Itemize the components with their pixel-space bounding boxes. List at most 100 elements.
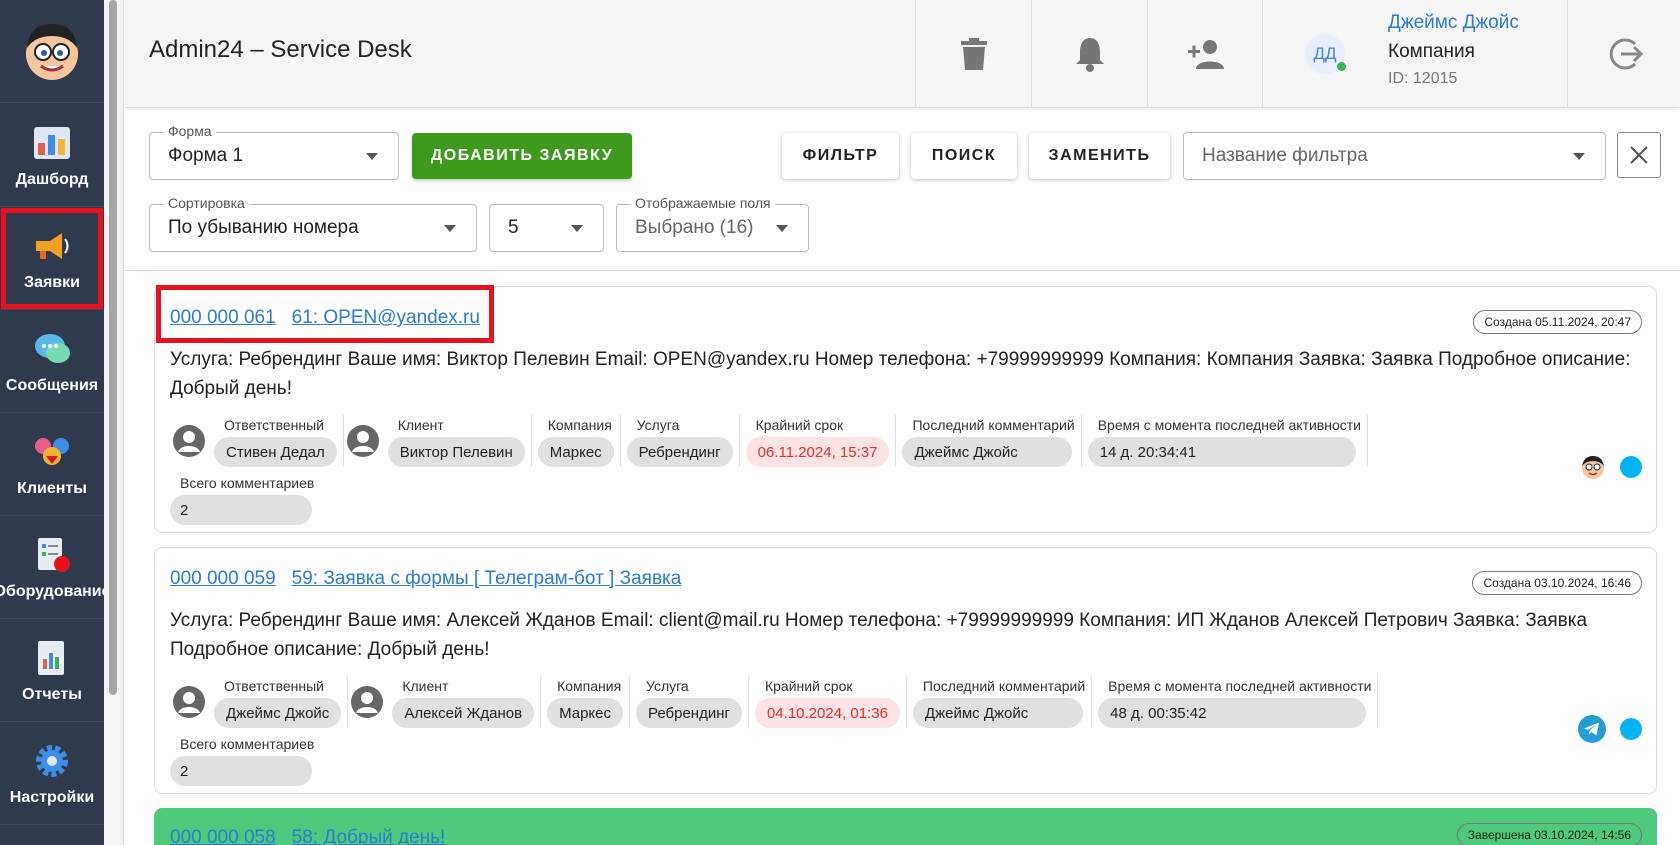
ticket-source-icons (1578, 715, 1642, 743)
sidebar-item-label: Отчеты (22, 686, 82, 703)
filter-name-select[interactable]: Название фильтра (1183, 132, 1606, 180)
deadline-chip: 04.10.2024, 01:36 (754, 698, 900, 728)
sidebar-item-clients[interactable]: Клиенты (0, 413, 104, 516)
ticket-number-link[interactable]: 000 000 058 (170, 827, 276, 845)
responsible-chip[interactable]: Джеймс Джойс (214, 698, 342, 728)
form-select-legend: Форма (164, 123, 216, 139)
company-label: Компания (547, 417, 612, 433)
client-chip[interactable]: Алексей Жданов (392, 698, 535, 728)
last-comment-field: Последний комментарий Джеймс Джойс (907, 676, 1093, 728)
replace-button[interactable]: ЗАМЕНИТЬ (1029, 133, 1170, 179)
sidebar-item-equipment[interactable]: Оборудование (0, 516, 111, 619)
notifications-button[interactable] (1031, 0, 1147, 108)
ticket-source-icons (1580, 454, 1642, 480)
sort-select[interactable]: Сортировка По убыванию номера (149, 195, 477, 252)
megaphone-icon (30, 224, 74, 268)
completed-date-badge: Завершена 03.10.2024, 14:56 (1456, 823, 1642, 845)
status-dot (1620, 456, 1642, 478)
sidebar-item-label: Клиенты (17, 480, 87, 497)
last-comment-field: Последний комментарий Джеймс Джойс (896, 415, 1082, 467)
ticket-description: Услуга: Ребрендинг Ваше имя: Алексей Жда… (170, 610, 1588, 660)
total-comments-chip: 2 (170, 495, 312, 525)
company-label: Компания (557, 678, 622, 694)
sidebar: Дашборд Заявки Сообщения Клиенты Оборудо… (0, 0, 111, 845)
filter-button[interactable]: ФИЛЬТР (782, 133, 899, 179)
page-size-select[interactable]: 5 (489, 204, 604, 252)
chevron-down-icon (776, 225, 788, 232)
ticket-card[interactable]: 000 000 058 58: Добрый день! Завершена 03… (154, 808, 1657, 845)
clients-icon (30, 430, 74, 474)
ticket-subject-link[interactable]: 58: Добрый день! (292, 827, 446, 845)
logout-button[interactable] (1569, 0, 1680, 108)
created-date-badge: Создана 03.10.2024, 16:46 (1472, 571, 1642, 595)
person-icon (170, 415, 208, 467)
sidebar-scrollbar-thumb[interactable] (109, 0, 117, 695)
client-chip[interactable]: Виктор Пелевин (387, 437, 525, 467)
search-button[interactable]: ПОИСК (911, 133, 1017, 179)
sidebar-item-reports[interactable]: Отчеты (0, 619, 104, 722)
person-icon (348, 676, 386, 728)
clear-filter-button[interactable] (1617, 132, 1661, 178)
chevron-down-icon (366, 153, 378, 160)
responsible-chip[interactable]: Стивен Дедал (214, 437, 337, 467)
ticket-links: 000 000 058 58: Добрый день! (170, 827, 461, 845)
client-label: Клиент (402, 678, 449, 694)
add-user-button[interactable] (1147, 0, 1263, 108)
displayed-fields-select[interactable]: Отображаемые поля Выбрано (16) (616, 195, 809, 252)
responsible-label: Ответственный (224, 678, 324, 694)
service-chip[interactable]: Ребрендинг (626, 437, 733, 467)
ticket-description: Услуга: Ребрендинг Ваше имя: Виктор Пеле… (170, 349, 1631, 399)
company-chip[interactable]: Маркес (547, 698, 623, 728)
created-date-badge: Создана 05.11.2024, 20:47 (1473, 310, 1642, 334)
ticket-number-link[interactable]: 000 000 061 (170, 307, 276, 328)
responsible-field: Ответственный Джеймс Джойс (208, 676, 349, 728)
sidebar-item-requests[interactable]: Заявки (0, 207, 104, 310)
service-label: Услуга (646, 678, 689, 694)
deadline-chip: 06.11.2024, 15:37 (745, 437, 890, 467)
chevron-down-icon (1573, 153, 1585, 160)
ticket-meta: Ответственный Джеймс Джойс Клиент Алексе… (170, 676, 1379, 738)
avatar-face-icon (26, 24, 78, 80)
sort-select-legend: Сортировка (164, 195, 249, 211)
last-comment-chip[interactable]: Джеймс Джойс (912, 698, 1083, 728)
chat-bubbles-icon (30, 327, 74, 371)
ticket-subject-link[interactable]: 59: Заявка с формы [ Телеграм-бот ] Заяв… (292, 568, 682, 589)
sidebar-item-dashboard[interactable]: Дашборд (0, 104, 104, 207)
sidebar-scrollbar[interactable] (104, 0, 124, 845)
ticket-links: 000 000 061 61: OPEN@yandex.ru (170, 307, 496, 329)
add-request-button[interactable]: ДОБАВИТЬ ЗАЯВКУ (412, 133, 632, 179)
deadline-field: Крайний срок 04.10.2024, 01:36 (749, 676, 907, 728)
client-field: Клиент Алексей Жданов (386, 676, 542, 728)
user-name[interactable]: Джеймс Джойс (1388, 12, 1519, 34)
trash-icon (960, 38, 987, 70)
ticket-subject-link[interactable]: 61: OPEN@yandex.ru (292, 307, 480, 328)
deadline-field: Крайний срок 06.11.2024, 15:37 (740, 415, 897, 467)
last-comment-chip[interactable]: Джеймс Джойс (902, 437, 1073, 467)
trash-button[interactable] (915, 0, 1031, 108)
sidebar-item-settings[interactable]: Настройки (0, 722, 104, 825)
form-select[interactable]: Форма Форма 1 (149, 123, 399, 180)
app-logo[interactable] (0, 0, 104, 103)
client-field: Клиент Виктор Пелевин (382, 415, 532, 467)
client-label: Клиент (397, 417, 444, 433)
divider (125, 270, 1680, 271)
ticket-card[interactable]: 000 000 059 59: Заявка с формы [ Телеграм… (154, 547, 1657, 794)
user-profile[interactable]: ДД Джеймс Джойс Компания ID: 12015 (1262, 0, 1568, 108)
sidebar-item-label: Дашборд (15, 171, 89, 188)
deadline-label: Крайний срок (755, 417, 844, 433)
dashboard-icon (30, 121, 74, 165)
company-chip[interactable]: Маркес (537, 437, 614, 467)
total-comments-label: Всего комментариев (180, 475, 315, 491)
equipment-icon (30, 533, 74, 577)
sidebar-item-messages[interactable]: Сообщения (0, 310, 104, 413)
total-comments-field: Всего комментариев 2 (170, 734, 314, 786)
gear-icon (30, 739, 74, 783)
ticket-number-link[interactable]: 000 000 059 (170, 568, 276, 589)
filter-name-placeholder: Название фильтра (1202, 145, 1368, 166)
reports-icon (30, 636, 74, 680)
ticket-meta: Ответственный Стивен Дедал Клиент Виктор… (170, 415, 1368, 477)
service-chip[interactable]: Ребрендинг (636, 698, 742, 728)
ticket-card[interactable]: 000 000 061 61: OPEN@yandex.ru Создана 05… (154, 285, 1657, 533)
last-comment-label: Последний комментарий (922, 678, 1086, 694)
since-activity-label: Время с момента последней активности (1108, 678, 1372, 694)
